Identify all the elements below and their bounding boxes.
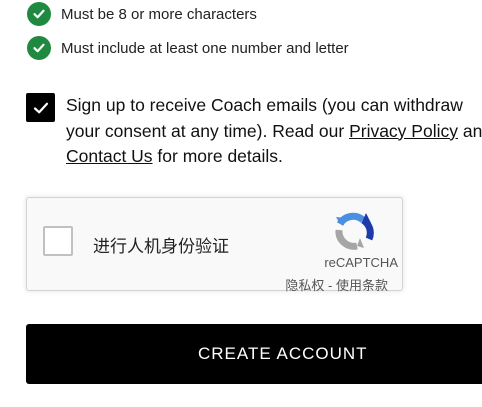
recaptcha-brand: reCAPTCHA xyxy=(324,255,398,270)
recaptcha-privacy-link[interactable]: 隐私权 xyxy=(285,278,324,293)
recaptcha-label: 进行人机身份验证 xyxy=(93,237,229,256)
consent-text-middle: and xyxy=(462,120,482,141)
checkmark-icon xyxy=(33,102,48,113)
check-circle-icon xyxy=(27,36,51,60)
requirement-text: Must include at least one number and let… xyxy=(61,39,349,57)
recaptcha-links: 隐私权 - 使用条款 xyxy=(285,275,388,294)
requirement-text: Must be 8 or more characters xyxy=(61,5,257,23)
create-account-button[interactable]: CREATE ACCOUNT xyxy=(26,324,482,384)
email-consent-text: Sign up to receive Coach emails (you can… xyxy=(66,93,482,170)
privacy-policy-link[interactable]: Privacy Policy xyxy=(349,121,458,141)
recaptcha-separator: - xyxy=(324,278,336,293)
email-consent-checkbox[interactable] xyxy=(26,93,55,122)
requirement-alphanumeric: Must include at least one number and let… xyxy=(27,36,349,60)
check-circle-icon xyxy=(27,2,51,26)
recaptcha-terms-link[interactable]: 使用条款 xyxy=(336,278,388,293)
recaptcha-logo-icon xyxy=(335,212,374,250)
requirement-length: Must be 8 or more characters xyxy=(27,2,257,26)
recaptcha-widget: 进行人机身份验证 reCAPTCHA 隐私权 - 使用条款 xyxy=(26,197,403,294)
contact-us-link[interactable]: Contact Us xyxy=(66,146,153,166)
consent-text-after: for more details. xyxy=(152,146,283,166)
recaptcha-checkbox[interactable] xyxy=(43,226,73,256)
